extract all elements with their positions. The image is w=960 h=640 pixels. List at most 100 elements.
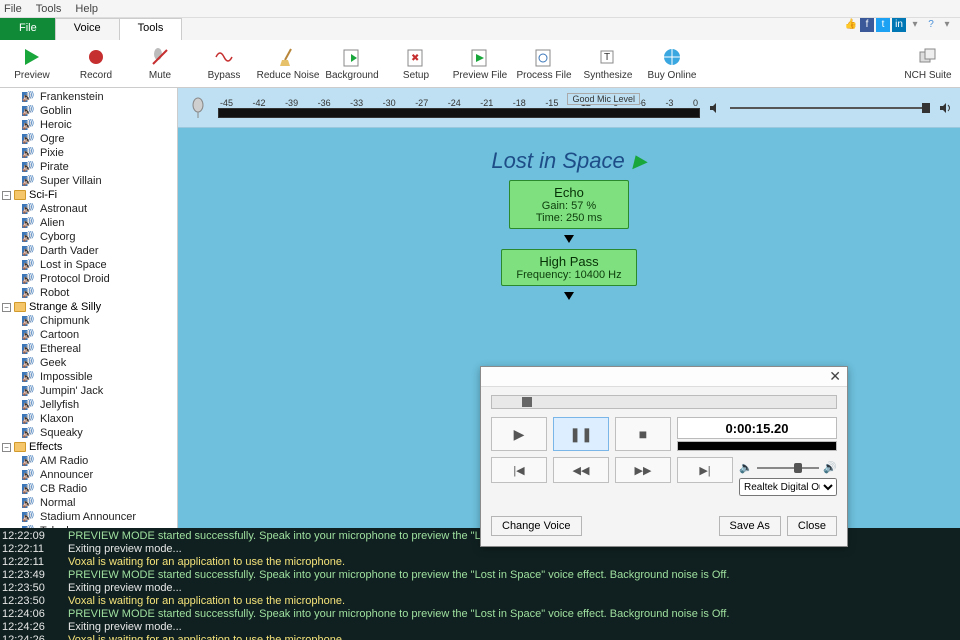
background-label: Background	[325, 70, 378, 81]
tree-item[interactable]: Chipmunk	[0, 314, 177, 328]
tree-group-header[interactable]: −Sci-Fi	[0, 188, 177, 202]
tab-voice[interactable]: Voice	[55, 18, 120, 40]
tree-item[interactable]: Cartoon	[0, 328, 177, 342]
player-titlebar[interactable]: ✕	[481, 367, 847, 387]
facebook-icon[interactable]: f	[860, 18, 874, 32]
buy-online-button[interactable]: Buy Online	[640, 40, 704, 87]
close-icon[interactable]: ✕	[829, 368, 841, 385]
item-label: Pixie	[40, 147, 64, 159]
group-label: Strange & Silly	[29, 301, 101, 313]
player-dialog: ✕ ▶ ❚❚ ■ 0:00:15.20 |◀ ◀◀ ▶▶ ▶|	[480, 366, 848, 547]
tick-label: -30	[383, 98, 396, 108]
process-file-button[interactable]: Process File	[512, 40, 576, 87]
collapse-icon[interactable]: −	[2, 191, 11, 200]
tree-item[interactable]: Heroic	[0, 118, 177, 132]
save-as-button[interactable]: Save As	[719, 516, 781, 536]
broom-icon	[277, 46, 299, 68]
item-label: Announcer	[40, 469, 93, 481]
player-volume-slider[interactable]: 🔈🔊	[739, 461, 837, 474]
tree-item[interactable]: Jumpin' Jack	[0, 384, 177, 398]
tree-item[interactable]: Announcer	[0, 468, 177, 482]
tree-item[interactable]: Pixie	[0, 146, 177, 160]
output-device-select[interactable]: Realtek Digital Output (Realtek High Def…	[739, 478, 837, 496]
tree-item[interactable]: Ethereal	[0, 342, 177, 356]
chain-play-icon[interactable]: ▶	[633, 151, 647, 172]
preview-button[interactable]: Preview	[0, 40, 64, 87]
setup-button[interactable]: ✖ Setup	[384, 40, 448, 87]
tree-item[interactable]: Pirate	[0, 160, 177, 174]
linkedin-icon[interactable]: in	[892, 18, 906, 32]
pause-button[interactable]: ❚❚	[553, 417, 609, 451]
preview-file-button[interactable]: Preview File	[448, 40, 512, 87]
voice-icon	[22, 92, 36, 102]
tree-item[interactable]: Ogre	[0, 132, 177, 146]
help-dropdown-icon[interactable]: ▾	[940, 18, 954, 32]
tree-item[interactable]: Lost in Space	[0, 258, 177, 272]
menu-tools[interactable]: Tools	[36, 3, 62, 15]
tree-item[interactable]: Klaxon	[0, 412, 177, 426]
forward-button[interactable]: ▶▶	[615, 457, 671, 483]
tree-item[interactable]: Impossible	[0, 370, 177, 384]
change-voice-button[interactable]: Change Voice	[491, 516, 582, 536]
tree-item[interactable]: Geek	[0, 356, 177, 370]
reduce-noise-button[interactable]: Reduce Noise	[256, 40, 320, 87]
tree-item[interactable]: Darth Vader	[0, 244, 177, 258]
voice-icon	[22, 456, 36, 466]
mute-button[interactable]: Mute	[128, 40, 192, 87]
tree-item[interactable]: Stadium Announcer	[0, 510, 177, 524]
play-button[interactable]: ▶	[491, 417, 547, 451]
tab-file[interactable]: File	[0, 18, 56, 40]
nch-suite-button[interactable]: NCH Suite	[896, 40, 960, 87]
toolbar: Preview Record Mute Bypass Reduce Noise …	[0, 40, 960, 88]
tick-label: -36	[318, 98, 331, 108]
tree-item[interactable]: Super Villain	[0, 174, 177, 188]
tree-item[interactable]: Frankenstein	[0, 90, 177, 104]
bypass-button[interactable]: Bypass	[192, 40, 256, 87]
log-time: 12:23:49	[2, 569, 54, 582]
log-row: 12:23:50Exiting preview mode...	[2, 582, 958, 595]
record-button[interactable]: Record	[64, 40, 128, 87]
tree-item[interactable]: CB Radio	[0, 482, 177, 496]
tree-group-header[interactable]: − Strange & Silly	[0, 300, 177, 314]
twitter-icon[interactable]: t	[876, 18, 890, 32]
tree-item[interactable]: Cyborg	[0, 230, 177, 244]
speaker-mute-icon[interactable]	[710, 103, 720, 113]
seek-slider[interactable]	[491, 395, 837, 409]
tree-item[interactable]: Protocol Droid	[0, 272, 177, 286]
tree-item[interactable]: Robot	[0, 286, 177, 300]
tree-item[interactable]: Goblin	[0, 104, 177, 118]
item-label: Jellyfish	[40, 399, 79, 411]
effect-name: Echo	[524, 185, 614, 200]
tree-item[interactable]: Squeaky	[0, 426, 177, 440]
voice-icon	[22, 344, 36, 354]
speaker-icon[interactable]	[940, 103, 950, 113]
effect-echo[interactable]: Echo Gain: 57 % Time: 250 ms	[509, 180, 629, 229]
chain-title: Lost in Space ▶	[491, 148, 646, 174]
collapse-icon[interactable]: −	[2, 443, 11, 452]
background-button[interactable]: Background	[320, 40, 384, 87]
dropdown-icon[interactable]: ▾	[908, 18, 922, 32]
like-icon[interactable]: 👍	[844, 18, 858, 32]
voice-icon	[22, 120, 36, 130]
collapse-icon[interactable]: −	[2, 303, 11, 312]
help-icon[interactable]: ?	[924, 18, 938, 32]
menu-file[interactable]: File	[4, 3, 22, 15]
tab-tools[interactable]: Tools	[119, 18, 183, 40]
tree-group-header[interactable]: −Effects	[0, 440, 177, 454]
skip-start-button[interactable]: |◀	[491, 457, 547, 483]
output-volume-slider[interactable]	[730, 107, 930, 109]
synthesize-button[interactable]: T Synthesize	[576, 40, 640, 87]
close-button[interactable]: Close	[787, 516, 837, 536]
menu-help[interactable]: Help	[75, 3, 98, 15]
stop-button[interactable]: ■	[615, 417, 671, 451]
voice-tree[interactable]: FrankensteinGoblinHeroicOgrePixiePirateS…	[0, 88, 178, 528]
tree-item[interactable]: Astronaut	[0, 202, 177, 216]
tree-item[interactable]: Alien	[0, 216, 177, 230]
rewind-button[interactable]: ◀◀	[553, 457, 609, 483]
effect-highpass[interactable]: High Pass Frequency: 10400 Hz	[501, 249, 636, 286]
tree-item[interactable]: AM Radio	[0, 454, 177, 468]
tree-item[interactable]: Jellyfish	[0, 398, 177, 412]
skip-end-button[interactable]: ▶|	[677, 457, 733, 483]
tree-item[interactable]: Normal	[0, 496, 177, 510]
log-message: Exiting preview mode...	[68, 582, 182, 595]
